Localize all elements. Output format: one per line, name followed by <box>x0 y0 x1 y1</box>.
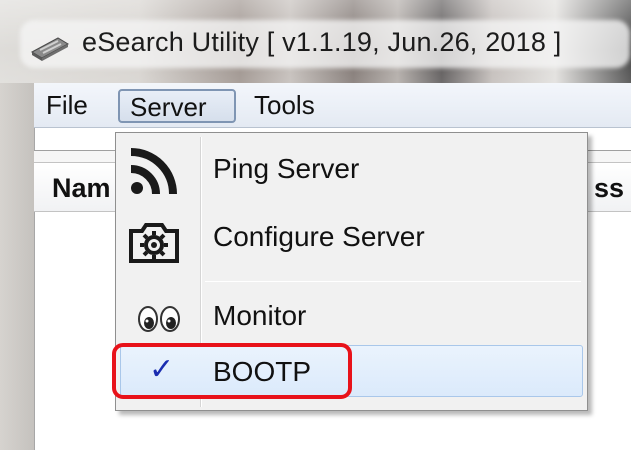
window-frame <box>0 83 34 450</box>
eyes-icon <box>138 306 180 332</box>
column-header-name[interactable]: Nam <box>52 173 111 204</box>
gear-camera-icon <box>129 223 179 263</box>
menu-item-label: Configure Server <box>213 221 425 252</box>
menu-bar: File Server Tools <box>34 83 631 128</box>
network-card-icon <box>30 37 70 61</box>
window-title: eSearch Utility [ v1.1.19, Jun.26, 2018 … <box>82 27 562 57</box>
menu-item-configure-server[interactable]: Configure Server <box>116 209 587 269</box>
bootp-highlight-annotation <box>112 343 352 399</box>
menu-tools[interactable]: Tools <box>246 89 323 123</box>
menu-item-ping-server[interactable]: Ping Server <box>116 141 587 201</box>
menu-separator <box>205 281 581 282</box>
menu-item-label: Ping Server <box>213 153 360 184</box>
menu-item-monitor[interactable]: Monitor <box>116 288 587 348</box>
menu-item-label: Monitor <box>213 300 307 331</box>
menu-server[interactable]: Server <box>118 89 236 123</box>
column-header-address[interactable]: ss <box>594 173 624 204</box>
signal-waves-icon <box>130 148 177 195</box>
menu-file[interactable]: File <box>38 89 96 123</box>
